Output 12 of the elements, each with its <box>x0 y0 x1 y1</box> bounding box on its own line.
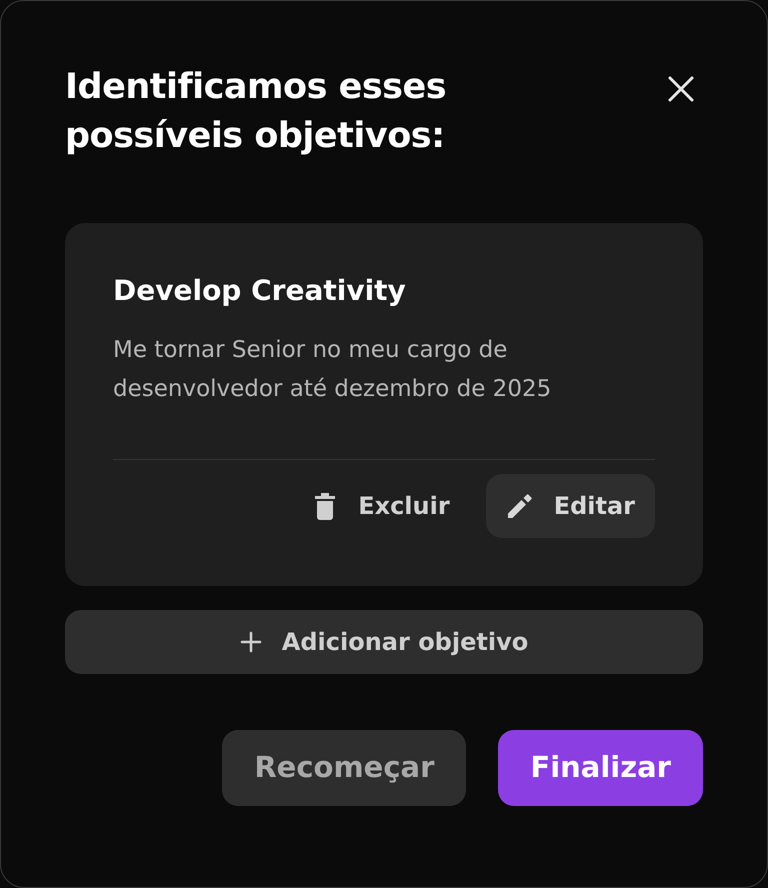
finish-button[interactable]: Finalizar <box>498 730 703 806</box>
pencil-icon <box>506 492 534 520</box>
goal-title: Develop Creativity <box>113 273 407 309</box>
dialog-title: Identificamos esses possíveis objetivos: <box>65 66 448 158</box>
restart-button[interactable]: Recomeçar <box>222 730 466 806</box>
plus-icon <box>240 631 262 653</box>
add-goal-button[interactable]: Adicionar objetivo <box>65 610 703 674</box>
trash-icon <box>314 492 336 520</box>
goal-description: Me tornar Senior no meu cargo de desenvolvedor até dezembro de 2025 <box>113 336 552 404</box>
edit-button[interactable]: Editar <box>486 474 655 538</box>
close-icon <box>667 75 695 103</box>
delete-button[interactable]: Excluir <box>302 474 462 538</box>
